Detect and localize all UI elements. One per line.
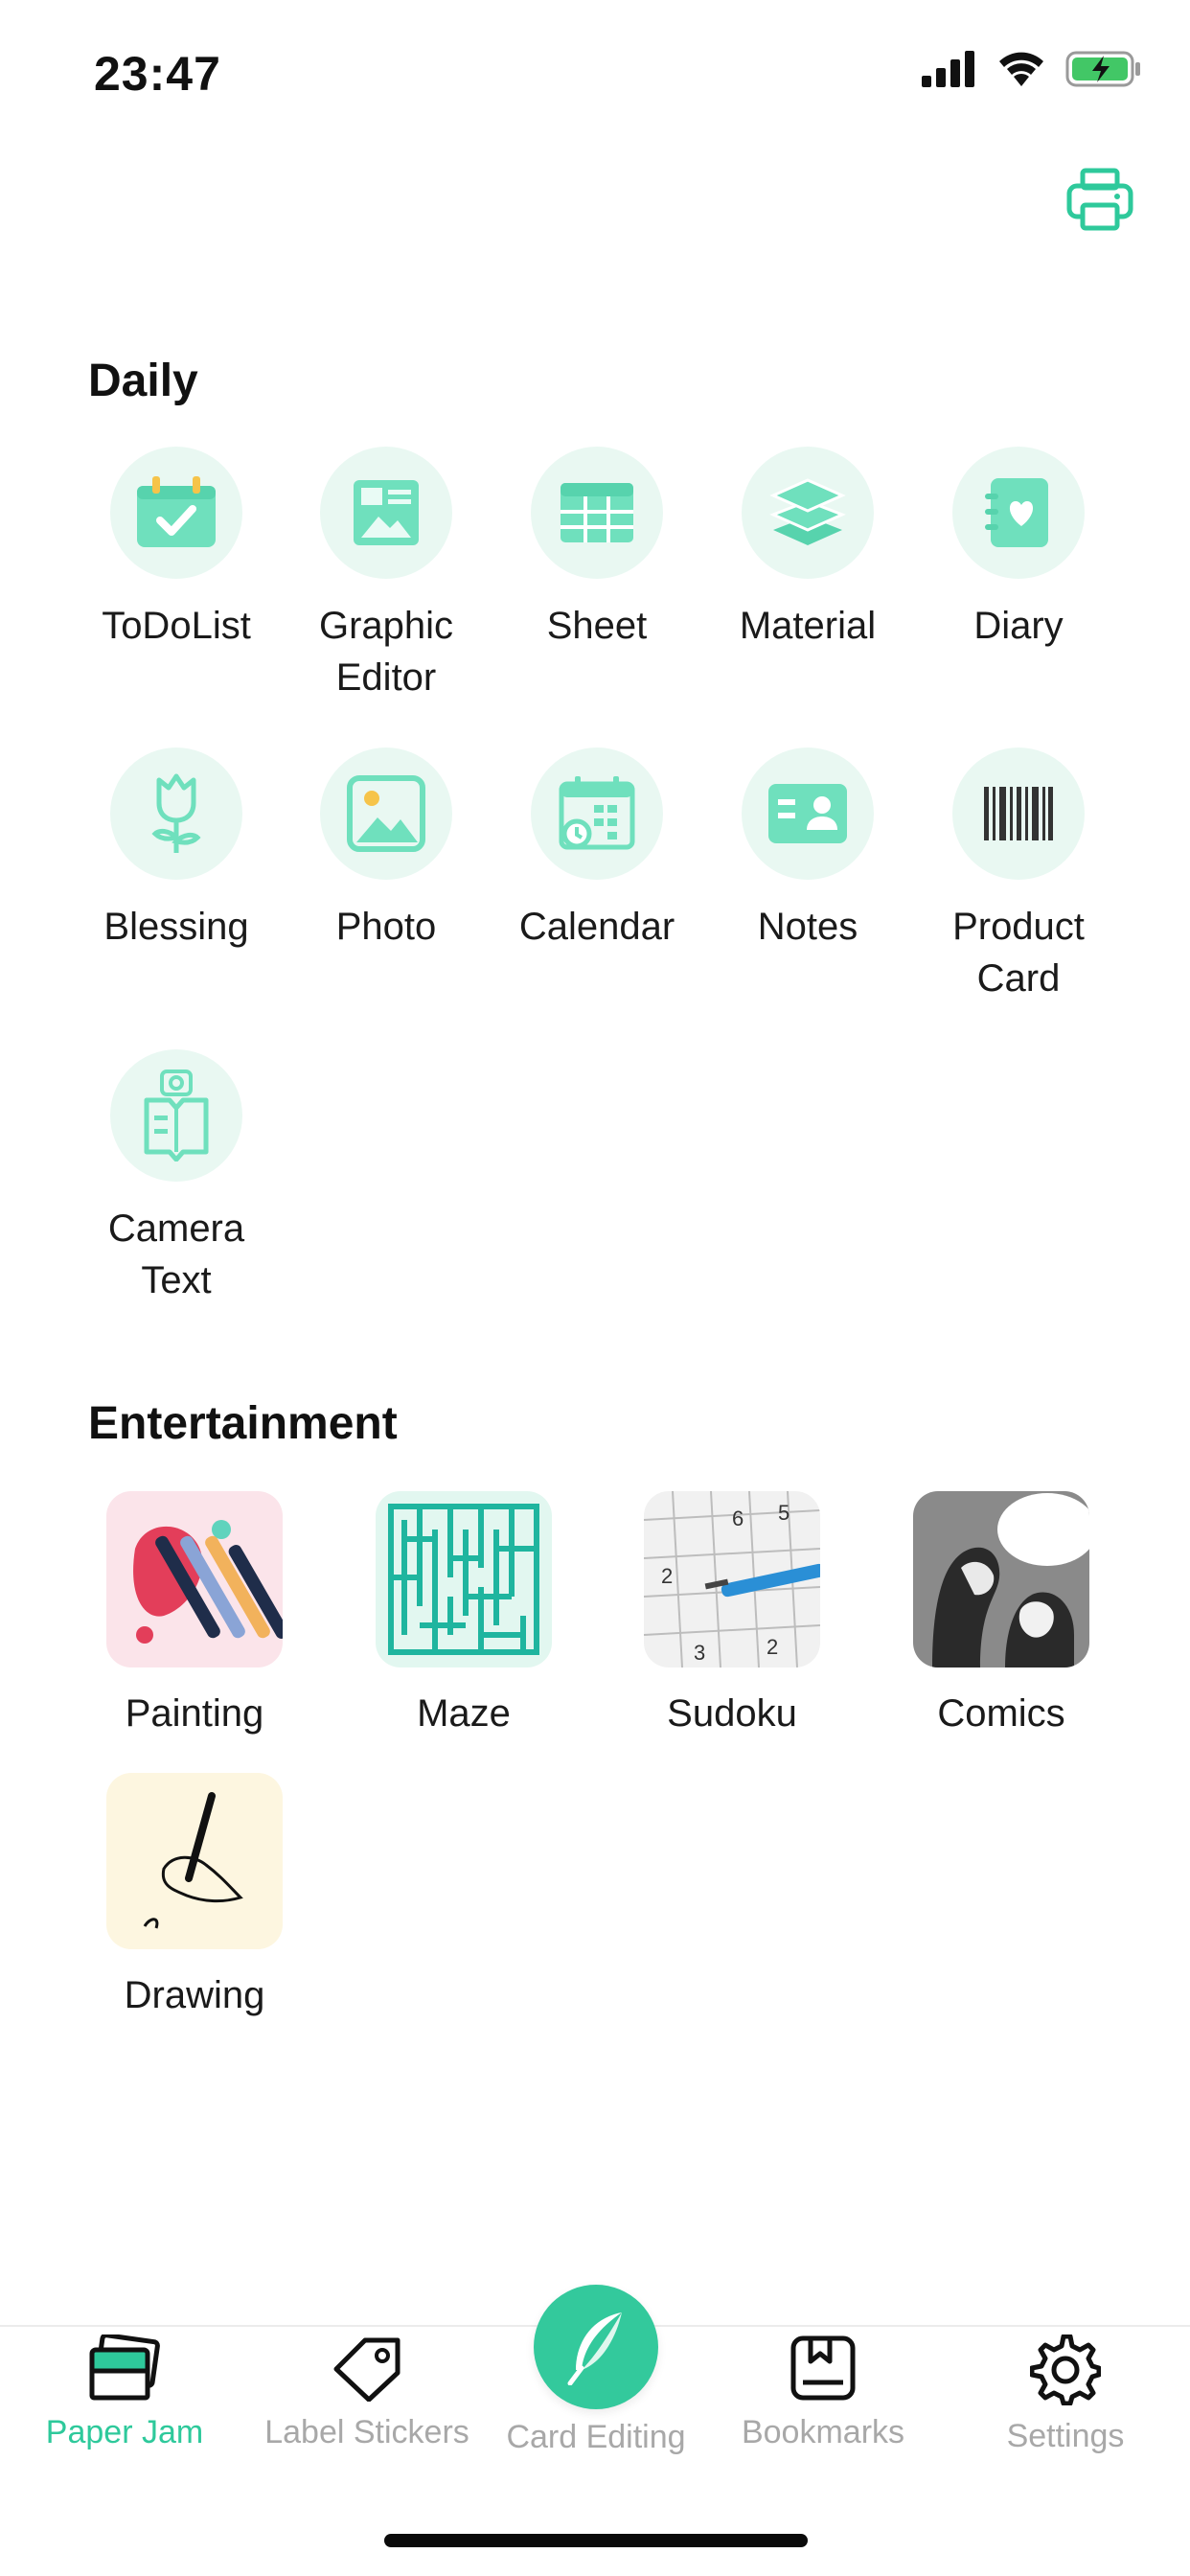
entertainment-item-label: Painting	[125, 1692, 264, 1735]
camera-text-icon	[144, 1070, 209, 1162]
printer-icon	[1066, 168, 1133, 231]
svg-text:3: 3	[694, 1641, 705, 1665]
entertainment-item-maze[interactable]: Maze	[358, 1491, 569, 1736]
daily-item-label: Diary	[973, 605, 1064, 647]
card-editing-button[interactable]	[534, 2285, 658, 2409]
entertainment-item-label: Drawing	[124, 1974, 265, 2016]
entertainment-item-label: Sudoku	[667, 1692, 797, 1735]
wifi-icon	[999, 52, 1043, 86]
svg-text:2: 2	[767, 1635, 778, 1659]
sudoku-thumbnail: 2 2 6 3 5	[644, 1491, 820, 1668]
daily-item-product-card[interactable]: Product Card	[923, 748, 1114, 1004]
notes-icon	[768, 784, 847, 843]
daily-item-label: Blessing	[103, 906, 249, 948]
daily-item-diary[interactable]: Diary	[923, 447, 1114, 652]
tab-label: Label Stickers	[264, 2414, 469, 2450]
tab-bookmarks[interactable]: Bookmarks	[704, 2334, 942, 2451]
daily-item-photo[interactable]: Photo	[290, 748, 482, 953]
entertainment-item-label: Maze	[417, 1692, 511, 1735]
entertainment-item-drawing[interactable]: Drawing	[89, 1773, 300, 2017]
gear-icon	[1029, 2334, 1102, 2406]
daily-item-notes[interactable]: Notes	[712, 748, 904, 953]
entertainment-section-title: Entertainment	[88, 1398, 398, 1449]
todolist-icon	[137, 476, 216, 547]
daily-item-blessing[interactable]: Blessing	[80, 748, 272, 953]
tab-paper-jam[interactable]: Paper Jam	[6, 2333, 243, 2451]
maze-thumbnail	[376, 1491, 552, 1668]
status-icons	[922, 50, 1142, 88]
daily-item-camera-text[interactable]: Camera Text	[80, 1049, 272, 1306]
tab-label: Settings	[1006, 2418, 1125, 2454]
tag-icon	[333, 2337, 400, 2403]
daily-item-graphic-editor[interactable]: Graphic Editor	[290, 447, 482, 703]
signal-icon	[922, 51, 974, 87]
graphic-editor-icon	[354, 480, 419, 545]
diary-icon	[985, 478, 1048, 547]
printer-button[interactable]	[1065, 165, 1134, 234]
battery-charging-icon	[1065, 51, 1140, 87]
tab-label-stickers[interactable]: Label Stickers	[248, 2334, 486, 2451]
svg-text:6: 6	[732, 1506, 744, 1530]
daily-item-label: Product Card	[952, 906, 1085, 1000]
daily-item-label: Material	[739, 605, 877, 647]
daily-item-material[interactable]: Material	[712, 447, 904, 652]
svg-text:2: 2	[661, 1564, 673, 1588]
blessing-icon	[151, 773, 201, 853]
entertainment-item-painting[interactable]: Painting	[89, 1491, 300, 1736]
calendar-icon	[559, 776, 635, 850]
barcode-icon	[984, 787, 1053, 840]
material-icon	[769, 478, 846, 545]
daily-item-label: Notes	[757, 906, 858, 948]
tab-card-editing-label[interactable]: Card Editing	[469, 2419, 722, 2456]
daily-item-calendar[interactable]: Calendar	[501, 748, 693, 953]
drawing-thumbnail	[106, 1773, 283, 1949]
feather-icon	[567, 2312, 622, 2385]
tab-label: Paper Jam	[45, 2414, 204, 2450]
entertainment-item-comics[interactable]: Comics	[896, 1491, 1107, 1736]
daily-item-sheet[interactable]: Sheet	[501, 447, 693, 652]
photo-icon	[347, 775, 425, 852]
svg-text:5: 5	[778, 1501, 790, 1525]
bookmarks-icon	[790, 2335, 856, 2401]
entertainment-item-label: Comics	[937, 1692, 1065, 1735]
comics-thumbnail	[913, 1491, 1089, 1668]
entertainment-item-sudoku[interactable]: 2 2 6 3 5 Sudoku	[627, 1491, 837, 1736]
daily-section-title: Daily	[88, 356, 198, 406]
daily-item-label: ToDoList	[102, 605, 251, 647]
paper-jam-icon	[89, 2333, 160, 2401]
sheet-icon	[561, 483, 633, 542]
painting-thumbnail	[106, 1491, 283, 1668]
home-indicator	[384, 2534, 808, 2547]
daily-item-todolist[interactable]: ToDoList	[80, 447, 272, 652]
daily-item-label: Sheet	[546, 605, 648, 647]
daily-item-label: Photo	[335, 906, 437, 948]
daily-item-label: Calendar	[518, 906, 675, 948]
status-time: 23:47	[94, 47, 221, 101]
daily-item-label: Graphic Editor	[318, 605, 454, 699]
tab-settings[interactable]: Settings	[947, 2334, 1184, 2455]
tab-label: Bookmarks	[741, 2414, 905, 2450]
daily-item-label: Camera Text	[107, 1208, 245, 1301]
